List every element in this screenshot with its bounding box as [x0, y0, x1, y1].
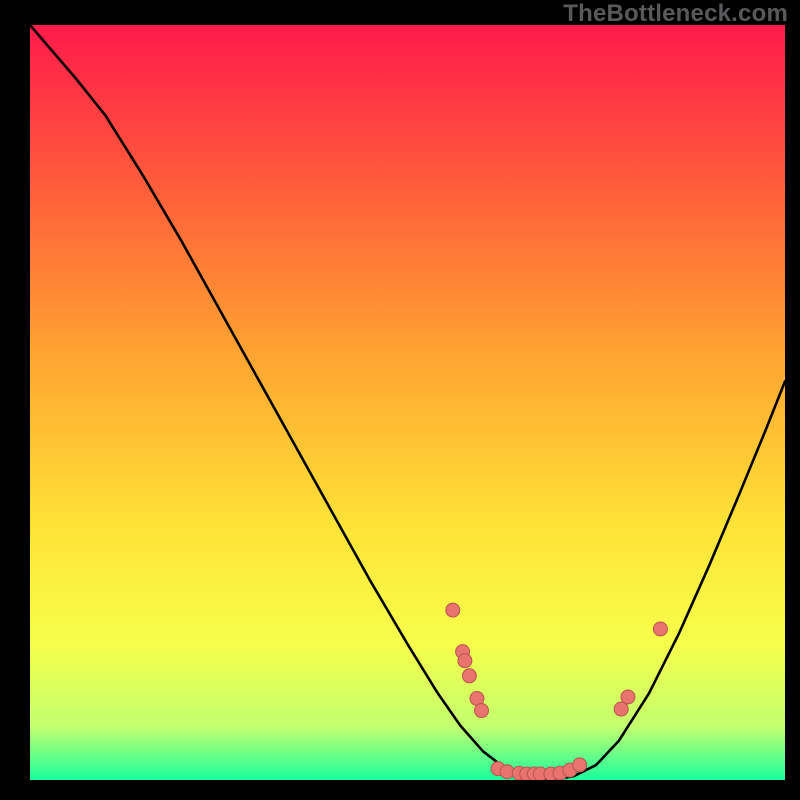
data-point — [573, 758, 587, 772]
chart-svg — [30, 25, 785, 780]
data-point — [621, 690, 635, 704]
gradient-background — [30, 25, 785, 780]
data-point — [653, 622, 667, 636]
watermark-label: TheBottleneck.com — [563, 0, 788, 28]
chart-frame — [15, 25, 785, 795]
data-point — [446, 603, 460, 617]
data-point — [474, 704, 488, 718]
data-point — [462, 669, 476, 683]
data-point — [458, 654, 472, 668]
plot-area — [30, 25, 785, 780]
